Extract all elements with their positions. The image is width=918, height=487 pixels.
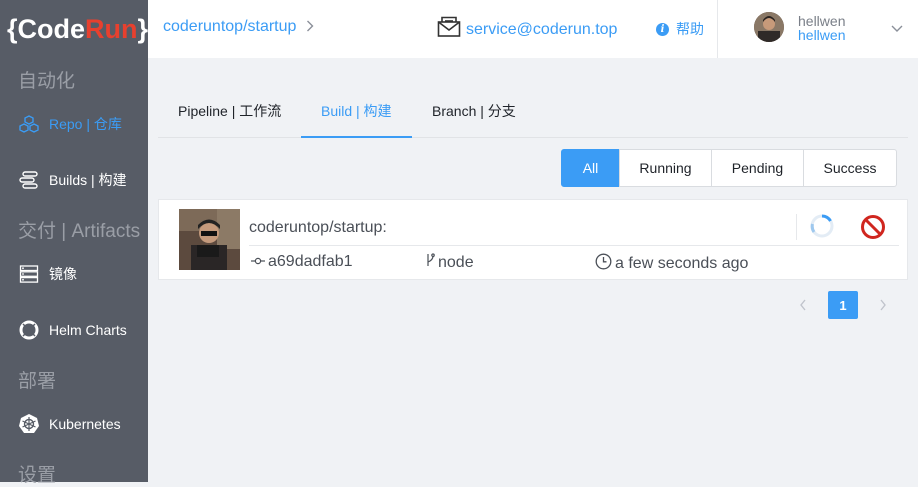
server-icon — [18, 264, 40, 284]
info-icon: i — [656, 22, 669, 36]
section-automation: 自动化 — [18, 71, 76, 92]
section-settings: 设置 — [18, 465, 57, 486]
next-page-button[interactable] — [868, 291, 898, 319]
build-time-text: a few seconds ago — [615, 255, 749, 272]
logo-brace-close: } — [137, 13, 149, 44]
sidebar-item-builds[interactable]: Builds | 构建 — [18, 168, 148, 192]
branch-name: node — [438, 253, 474, 271]
branch-icon — [425, 253, 438, 272]
build-time: a few seconds ago — [595, 253, 748, 275]
logo[interactable]: { Code Run } — [0, 0, 148, 58]
sidebar-item-label: Helm Charts — [49, 322, 127, 338]
breadcrumb[interactable]: coderuntop/startup — [163, 18, 314, 36]
tab-build[interactable]: Build | 构建 — [321, 101, 392, 121]
section-deploy: 部署 — [18, 371, 57, 392]
filter-success[interactable]: Success — [803, 149, 897, 187]
filter-running[interactable]: Running — [619, 149, 712, 187]
filter-all[interactable]: All — [561, 149, 620, 187]
breadcrumb-repo[interactable]: coderuntop/startup — [163, 18, 296, 36]
helm-wheel-icon — [18, 414, 40, 434]
loading-spinner-icon — [810, 214, 834, 238]
sidebar-item-images[interactable]: 镜像 — [18, 262, 148, 286]
status-filter-group: All Running Pending Success — [561, 149, 897, 187]
pipeline-icon — [18, 170, 40, 190]
clock-icon — [595, 253, 615, 275]
build-title[interactable]: coderuntop/startup: — [249, 219, 387, 237]
sidebar-item-kubernetes[interactable]: Kubernetes — [18, 412, 148, 436]
help-label: 帮助 — [676, 21, 704, 37]
sidebar-item-label: Builds | 构建 — [49, 172, 127, 188]
chevron-right-icon — [306, 19, 314, 35]
filter-pending[interactable]: Pending — [711, 149, 804, 187]
lifebuoy-icon — [18, 320, 40, 340]
sidebar: { Code Run } 自动化 Repo | 仓库 Builds | 构建 交… — [0, 0, 148, 486]
envelope-icon — [437, 16, 466, 43]
support-email-link[interactable]: service@coderun.top — [437, 16, 617, 43]
user-menu[interactable]: hellwen hellwen — [717, 0, 918, 58]
sidebar-item-label: 镜像 — [49, 266, 77, 282]
sidebar-item-repo[interactable]: Repo | 仓库 — [18, 112, 148, 136]
sidebar-item-label: Kubernetes — [49, 416, 121, 432]
cancel-build-icon[interactable] — [860, 214, 886, 240]
sidebar-item-label: Repo | 仓库 — [49, 116, 122, 132]
card-divider — [249, 245, 899, 246]
commit-hash: a69dadfab1 — [268, 253, 353, 270]
help-link[interactable]: i 帮助 — [656, 19, 704, 39]
logo-brace-open: { — [7, 13, 18, 44]
card-separator — [796, 214, 797, 240]
top-header: coderuntop/startup service@coderun.top i… — [148, 0, 918, 58]
chevron-down-icon[interactable] — [891, 20, 903, 38]
logo-run: Run — [85, 13, 138, 44]
tab-pipeline[interactable]: Pipeline | 工作流 — [178, 101, 281, 121]
pagination: 1 — [788, 291, 898, 319]
sidebar-item-helm-charts[interactable]: Helm Charts — [18, 318, 148, 342]
build-commit: a69dadfab1 — [251, 253, 353, 271]
support-email[interactable]: service@coderun.top — [466, 21, 617, 39]
tab-bar: Pipeline | 工作流 Build | 构建 Branch | 分支 — [158, 96, 908, 138]
avatar — [754, 12, 784, 42]
build-author-avatar — [179, 209, 240, 270]
logo-code: Code — [17, 13, 86, 44]
section-artifacts: 交付 | Artifacts — [18, 221, 141, 242]
tab-branch[interactable]: Branch | 分支 — [432, 101, 516, 121]
cubes-icon — [18, 114, 40, 134]
active-tab-indicator — [301, 136, 412, 138]
build-card[interactable]: coderuntop/startup: a69dadfab1 node a fe… — [158, 199, 908, 280]
commit-icon — [251, 253, 268, 271]
build-branch: node — [425, 253, 474, 272]
page-1-button[interactable]: 1 — [828, 291, 858, 319]
prev-page-button[interactable] — [788, 291, 818, 319]
user-login: hellwen — [798, 27, 846, 43]
